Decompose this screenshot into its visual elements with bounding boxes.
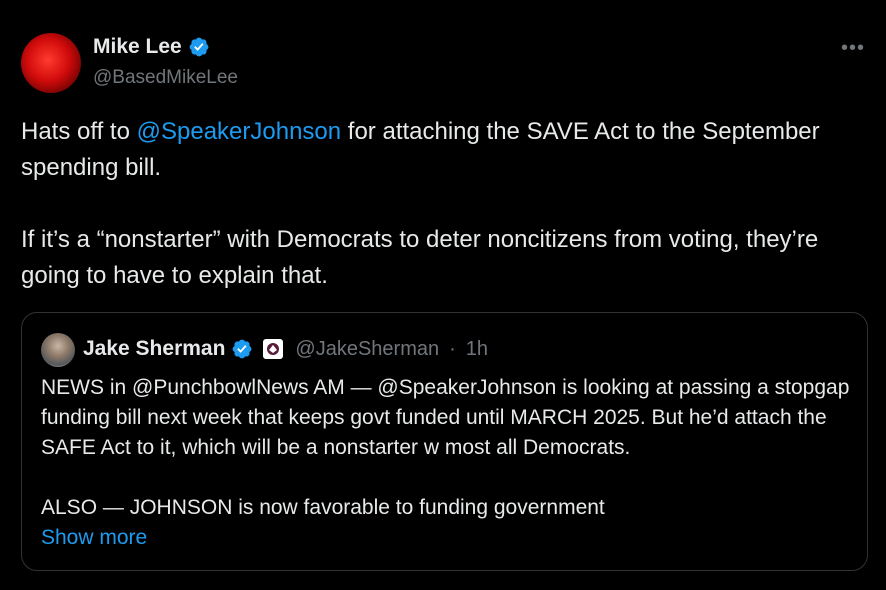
quote-timestamp[interactable]: 1h: [466, 335, 488, 363]
mention-link[interactable]: @SpeakerJohnson: [137, 118, 342, 145]
author-name[interactable]: Mike Lee: [93, 34, 182, 60]
quote-author-avatar[interactable]: [41, 333, 75, 367]
punchbowl-affiliate-icon[interactable]: [263, 339, 284, 359]
show-more-link[interactable]: Show more: [41, 523, 147, 553]
author-handle[interactable]: @BasedMikeLee: [93, 66, 238, 90]
more-icon[interactable]: •••: [838, 36, 868, 60]
quote-tweet-card[interactable]: Jake Sherman @JakeSherman · 1h NEWS in @…: [21, 312, 868, 571]
verified-badge-icon[interactable]: [188, 36, 210, 58]
verified-badge-icon[interactable]: [231, 338, 253, 360]
quote-author-name[interactable]: Jake Sherman: [83, 335, 225, 363]
quote-author-handle[interactable]: @JakeSherman: [295, 335, 439, 363]
author-name-row: Mike Lee: [93, 34, 210, 60]
post-paragraph-2: If it’s a “nonstarter” with Democrats to…: [21, 226, 819, 289]
quote-text: NEWS in @PunchbowlNews AM — @SpeakerJohn…: [41, 373, 856, 523]
quote-paragraph-1: NEWS in @PunchbowlNews AM — @SpeakerJohn…: [41, 376, 850, 459]
post-text-segment: Hats off to: [21, 118, 137, 145]
author-avatar[interactable]: [21, 33, 81, 93]
quote-header: Jake Sherman @JakeSherman · 1h: [83, 335, 488, 363]
separator-dot: ·: [449, 337, 456, 360]
post-text: Hats off to @SpeakerJohnson for attachin…: [21, 114, 861, 294]
post-paragraph-1: Hats off to @SpeakerJohnson for attachin…: [21, 114, 861, 186]
quote-paragraph-2: ALSO — JOHNSON is now favorable to fundi…: [41, 496, 605, 519]
